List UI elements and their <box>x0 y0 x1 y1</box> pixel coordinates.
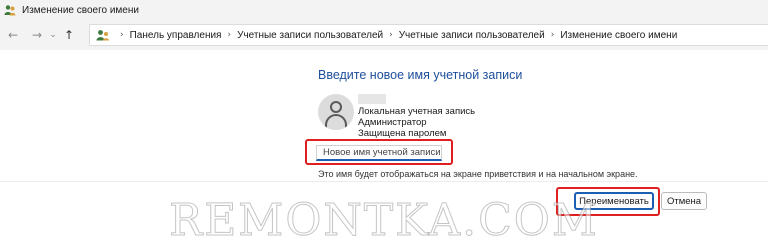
breadcrumb-separator: › <box>389 30 393 40</box>
blurred-username <box>358 94 386 104</box>
address-bar[interactable]: › Панель управления › Учетные записи пол… <box>89 24 768 46</box>
account-role: Администратор <box>358 117 427 128</box>
arrow-up-icon[interactable]: ↑ <box>59 24 79 46</box>
breadcrumb-separator: › <box>120 30 124 40</box>
title-bar: Изменение своего имени <box>0 0 768 20</box>
input-highlight-frame <box>305 139 453 165</box>
name-hint: Это имя будет отображаться на экране при… <box>318 169 638 179</box>
chevron-down-icon[interactable]: ⌄ <box>47 24 59 46</box>
breadcrumb-user-accounts[interactable]: Учетные записи пользователей <box>237 30 383 41</box>
breadcrumb-separator: › <box>227 30 232 40</box>
window-title: Изменение своего имени <box>22 4 139 16</box>
account-protection: Защищена паролем <box>358 128 447 139</box>
page-heading: Введите новое имя учетной записи <box>318 68 523 82</box>
control-panel-icon <box>96 29 110 41</box>
arrow-right-icon[interactable]: → <box>27 24 47 46</box>
divider <box>0 181 768 182</box>
rename-highlight-frame <box>556 187 660 216</box>
breadcrumb-control-panel[interactable]: Панель управления <box>130 30 222 41</box>
breadcrumb-separator: › <box>550 30 555 40</box>
user-avatar-icon <box>318 94 354 130</box>
breadcrumb-user-accounts-sub[interactable]: Учетные записи пользователей <box>399 30 545 41</box>
account-info: Локальная учетная запись Администратор З… <box>358 106 475 139</box>
user-accounts-icon <box>4 4 16 16</box>
navigation-bar: ← → ⌄ ↑ › Панель управления › Учетные за… <box>0 20 768 50</box>
arrow-left-icon[interactable]: ← <box>3 24 23 46</box>
cancel-button[interactable]: Отмена <box>661 192 707 210</box>
breadcrumb-change-name[interactable]: Изменение своего имени <box>560 30 677 41</box>
account-type: Локальная учетная запись <box>358 106 476 117</box>
